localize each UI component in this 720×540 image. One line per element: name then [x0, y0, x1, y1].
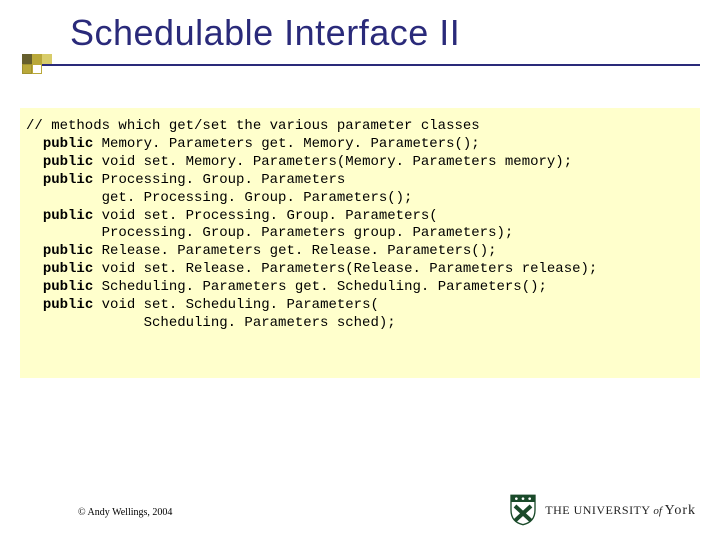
code-comment: // methods which get/set the various par…	[26, 118, 480, 134]
code-keyword: public	[43, 243, 93, 259]
page-title: Schedulable Interface II	[70, 12, 460, 54]
code-keyword: public	[43, 136, 93, 152]
code-keyword: public	[43, 297, 93, 313]
shield-icon	[509, 494, 537, 526]
code-keyword: public	[43, 172, 93, 188]
decorative-squares	[22, 48, 64, 82]
title-underline	[22, 64, 700, 66]
copyright-text: © Andy Wellings, 2004	[78, 507, 172, 518]
university-logo: THE UNIVERSITY of York	[509, 494, 696, 526]
code-keyword: public	[43, 208, 93, 224]
code-block: // methods which get/set the various par…	[20, 108, 700, 378]
code-keyword: public	[43, 154, 93, 170]
university-name: THE UNIVERSITY of York	[545, 502, 696, 519]
code-keyword: public	[43, 279, 93, 295]
code-keyword: public	[43, 261, 93, 277]
